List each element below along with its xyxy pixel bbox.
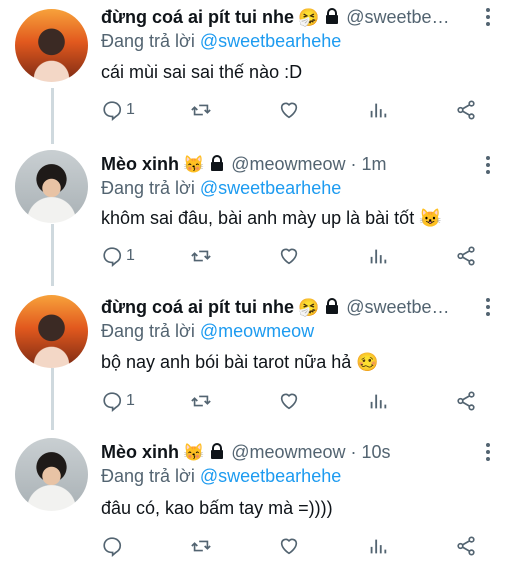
tweet-text: cái mùi sai sai thế nào :D <box>101 62 303 82</box>
analytics-button[interactable] <box>367 99 389 121</box>
share-button[interactable] <box>455 390 477 412</box>
avatar[interactable] <box>15 438 88 511</box>
more-icon[interactable] <box>485 8 491 29</box>
avatar[interactable] <box>15 295 88 368</box>
retweet-icon <box>191 395 211 407</box>
tweet[interactable]: Mèo xinh 😽 @meowmeow · 1m Đang trả lời @sw… <box>0 144 513 288</box>
analytics-button[interactable] <box>367 535 389 557</box>
share-button[interactable] <box>455 535 477 557</box>
replying-to: Đang trả lời @sweetbearhehe <box>101 178 342 198</box>
retweet-button[interactable] <box>190 390 212 412</box>
more-icon[interactable] <box>485 156 491 177</box>
lock-icon <box>326 8 339 24</box>
handle[interactable]: @sweetbe… <box>346 297 449 317</box>
heart-icon <box>280 248 298 265</box>
reply-count: 1 <box>126 392 135 409</box>
like-button[interactable] <box>278 535 300 557</box>
lock-icon <box>211 155 224 171</box>
mention-link[interactable]: @meowmeow <box>200 321 314 341</box>
analytics-icon <box>370 103 387 118</box>
tweet-actions: 1 <box>0 390 513 418</box>
name-emoji: 😽 <box>183 155 205 174</box>
reply-icon <box>103 101 122 121</box>
share-button[interactable] <box>455 99 477 121</box>
heart-icon <box>280 393 298 410</box>
analytics-icon <box>370 249 387 264</box>
retweet-button[interactable] <box>190 99 212 121</box>
reply-count: 1 <box>126 247 135 264</box>
display-name[interactable]: Mèo xinh <box>101 154 179 174</box>
tweet-actions: 1 <box>0 99 513 127</box>
reply-icon <box>103 392 122 412</box>
reply-button[interactable]: 1 <box>101 245 135 267</box>
reply-icon <box>103 247 122 267</box>
avatar[interactable] <box>15 150 88 223</box>
tweet-text: đâu có, kao bấm tay mà =)))) <box>101 498 333 518</box>
heart-icon <box>280 102 298 119</box>
analytics-icon <box>370 394 387 409</box>
replying-to: Đang trả lời @sweetbearhehe <box>101 31 342 51</box>
display-name[interactable]: đừng coá ai pít tui nhe <box>101 7 294 27</box>
handle[interactable]: @meowmeow · 1m <box>231 154 386 174</box>
name-emoji: 🤧 <box>298 298 320 317</box>
tweet-actions <box>0 535 513 563</box>
lock-icon <box>326 298 339 314</box>
share-icon <box>457 391 475 411</box>
name-emoji: 😽 <box>183 443 205 462</box>
display-name[interactable]: đừng coá ai pít tui nhe <box>101 297 294 317</box>
retweet-button[interactable] <box>190 245 212 267</box>
retweet-button[interactable] <box>190 535 212 557</box>
display-name[interactable]: Mèo xinh <box>101 442 179 462</box>
retweet-icon <box>191 250 211 262</box>
tweet[interactable]: Mèo xinh 😽 @meowmeow · 10s Đang trả lời @s… <box>0 430 513 574</box>
reply-button[interactable]: 1 <box>101 390 135 412</box>
name-emoji: 🤧 <box>298 8 320 27</box>
reply-button[interactable] <box>101 535 126 557</box>
handle[interactable]: @sweetbe… <box>346 7 449 27</box>
tweet[interactable]: đừng coá ai pít tui nhe 🤧 @sweetbe… Đang t… <box>0 0 513 144</box>
more-icon[interactable] <box>485 443 491 464</box>
lock-icon <box>211 443 224 459</box>
retweet-icon <box>191 540 211 552</box>
mention-link[interactable]: @sweetbearhehe <box>200 178 341 198</box>
more-icon[interactable] <box>485 298 491 319</box>
reply-button[interactable]: 1 <box>101 99 135 121</box>
share-button[interactable] <box>455 245 477 267</box>
tweet[interactable]: đừng coá ai pít tui nhe 🤧 @sweetbe… Đang t… <box>0 286 513 430</box>
mention-link[interactable]: @sweetbearhehe <box>200 31 341 51</box>
analytics-button[interactable] <box>367 390 389 412</box>
reply-count: 1 <box>126 101 135 118</box>
tweet-text: khôm sai đâu, bài anh mày up là bài tốt … <box>101 208 442 228</box>
tweet-text: bộ nay anh bói bài tarot nữa hả 🥴 <box>101 352 379 372</box>
share-icon <box>457 100 475 120</box>
reply-icon <box>103 537 122 557</box>
mention-link[interactable]: @sweetbearhehe <box>200 466 341 486</box>
share-icon <box>457 246 475 266</box>
replying-to: Đang trả lời @meowmeow <box>101 321 315 341</box>
heart-icon <box>280 538 298 555</box>
like-button[interactable] <box>278 390 300 412</box>
handle[interactable]: @meowmeow · 10s <box>231 442 390 462</box>
analytics-button[interactable] <box>367 245 389 267</box>
replying-to: Đang trả lời @sweetbearhehe <box>101 466 342 486</box>
analytics-icon <box>370 539 387 554</box>
retweet-icon <box>191 104 211 116</box>
like-button[interactable] <box>278 245 300 267</box>
avatar[interactable] <box>15 9 88 82</box>
like-button[interactable] <box>278 99 300 121</box>
share-icon <box>457 536 475 556</box>
tweet-actions: 1 <box>0 245 513 273</box>
